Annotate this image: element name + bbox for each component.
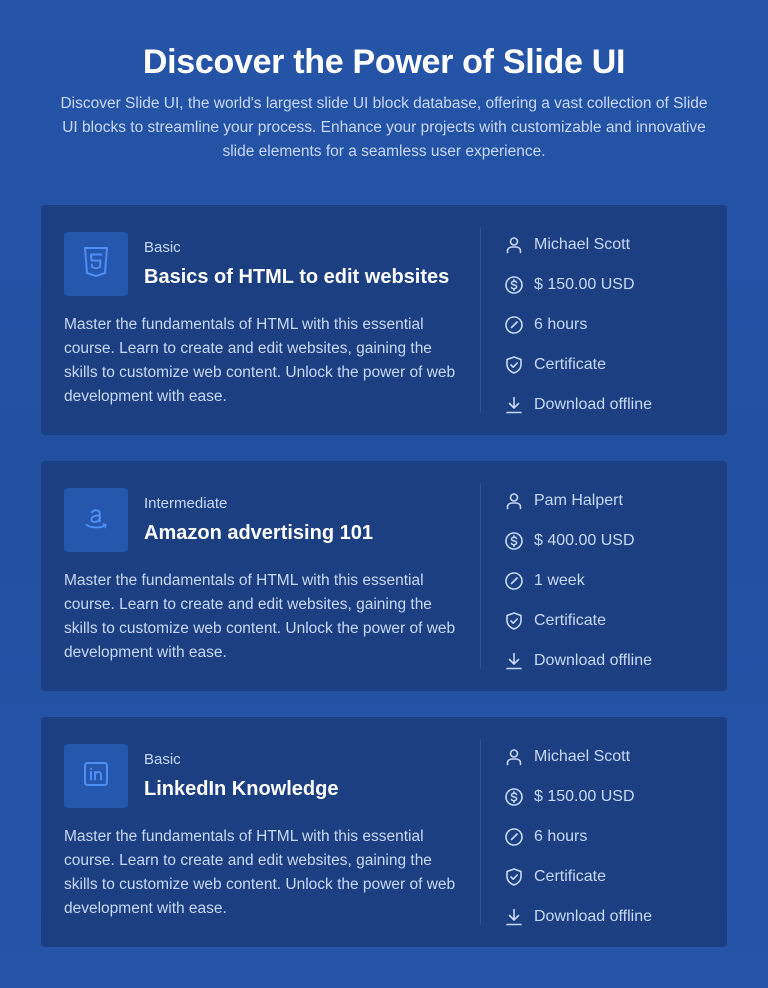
duration-row: 6 hours bbox=[504, 817, 714, 857]
price-row: $ 150.00 USD bbox=[504, 777, 714, 817]
course-duration: 6 hours bbox=[534, 316, 588, 333]
instructor-row: Michael Scott bbox=[504, 225, 714, 265]
price-row: $ 400.00 USD bbox=[504, 521, 714, 561]
card-divider bbox=[480, 483, 481, 669]
gauge-icon bbox=[504, 571, 524, 591]
duration-row: 6 hours bbox=[504, 305, 714, 345]
shield-check-icon bbox=[504, 355, 524, 375]
course-price: $ 400.00 USD bbox=[534, 532, 635, 549]
user-icon bbox=[504, 747, 524, 767]
course-card[interactable]: Basic Basics of HTML to edit websites Ma… bbox=[41, 205, 727, 435]
course-duration: 6 hours bbox=[534, 828, 588, 845]
course-logo bbox=[64, 744, 128, 808]
download-label[interactable]: Download offline bbox=[534, 396, 652, 414]
course-price: $ 150.00 USD bbox=[534, 276, 635, 293]
gauge-icon bbox=[504, 827, 524, 847]
certificate-label: Certificate bbox=[534, 356, 607, 373]
page-subtitle: Discover Slide UI, the world's largest s… bbox=[60, 95, 708, 160]
dollar-coin-icon bbox=[504, 275, 524, 295]
course-title[interactable]: Amazon advertising 101 bbox=[144, 522, 373, 545]
course-title[interactable]: LinkedIn Knowledge bbox=[144, 778, 338, 801]
price-row: $ 150.00 USD bbox=[504, 265, 714, 305]
download-icon[interactable] bbox=[504, 395, 524, 415]
html5-icon bbox=[83, 246, 109, 282]
course-price: $ 150.00 USD bbox=[534, 788, 635, 805]
user-icon bbox=[504, 491, 524, 511]
download-row[interactable]: Download offline bbox=[504, 641, 714, 681]
shield-check-icon bbox=[504, 611, 524, 631]
instructor-name: Pam Halpert bbox=[534, 492, 623, 509]
course-description: Master the fundamentals of HTML with thi… bbox=[64, 828, 456, 917]
instructor-name: Michael Scott bbox=[534, 236, 631, 253]
course-level: Intermediate bbox=[144, 495, 228, 512]
course-duration: 1 week bbox=[534, 572, 585, 589]
instructor-row: Pam Halpert bbox=[504, 481, 714, 521]
course-meta: Michael Scott $ 150.00 USD 6 hours Certi… bbox=[504, 225, 714, 425]
certificate-row: Certificate bbox=[504, 857, 714, 897]
course-meta: Michael Scott $ 150.00 USD 6 hours Certi… bbox=[504, 737, 714, 937]
course-level: Basic bbox=[144, 751, 181, 768]
card-divider bbox=[480, 739, 481, 925]
certificate-label: Certificate bbox=[534, 612, 607, 629]
amazon-icon bbox=[81, 503, 111, 538]
download-row[interactable]: Download offline bbox=[504, 897, 714, 937]
download-label[interactable]: Download offline bbox=[534, 908, 652, 926]
download-icon[interactable] bbox=[504, 651, 524, 671]
instructor-name: Michael Scott bbox=[534, 748, 631, 765]
page-header: Discover the Power of Slide UI Discover … bbox=[0, 40, 768, 164]
duration-row: 1 week bbox=[504, 561, 714, 601]
course-meta: Pam Halpert $ 400.00 USD 1 week Certific… bbox=[504, 481, 714, 681]
linkedin-icon bbox=[83, 761, 109, 792]
download-icon[interactable] bbox=[504, 907, 524, 927]
course-logo bbox=[64, 232, 128, 296]
course-info: Intermediate Amazon advertising 101 Mast… bbox=[41, 461, 481, 691]
certificate-row: Certificate bbox=[504, 601, 714, 641]
certificate-label: Certificate bbox=[534, 868, 607, 885]
gauge-icon bbox=[504, 315, 524, 335]
certificate-row: Certificate bbox=[504, 345, 714, 385]
course-description: Master the fundamentals of HTML with thi… bbox=[64, 572, 456, 661]
course-level: Basic bbox=[144, 239, 181, 256]
card-divider bbox=[480, 227, 481, 413]
page-title: Discover the Power of Slide UI bbox=[142, 43, 626, 81]
instructor-row: Michael Scott bbox=[504, 737, 714, 777]
course-card[interactable]: Basic LinkedIn Knowledge Master the fund… bbox=[41, 717, 727, 947]
course-info: Basic Basics of HTML to edit websites Ma… bbox=[41, 205, 481, 435]
dollar-coin-icon bbox=[504, 531, 524, 551]
dollar-coin-icon bbox=[504, 787, 524, 807]
course-description: Master the fundamentals of HTML with thi… bbox=[64, 316, 456, 405]
download-label[interactable]: Download offline bbox=[534, 652, 652, 670]
user-icon bbox=[504, 235, 524, 255]
course-info: Basic LinkedIn Knowledge Master the fund… bbox=[41, 717, 481, 947]
shield-check-icon bbox=[504, 867, 524, 887]
course-logo bbox=[64, 488, 128, 552]
course-card[interactable]: Intermediate Amazon advertising 101 Mast… bbox=[41, 461, 727, 691]
download-row[interactable]: Download offline bbox=[504, 385, 714, 425]
course-title[interactable]: Basics of HTML to edit websites bbox=[144, 266, 449, 289]
